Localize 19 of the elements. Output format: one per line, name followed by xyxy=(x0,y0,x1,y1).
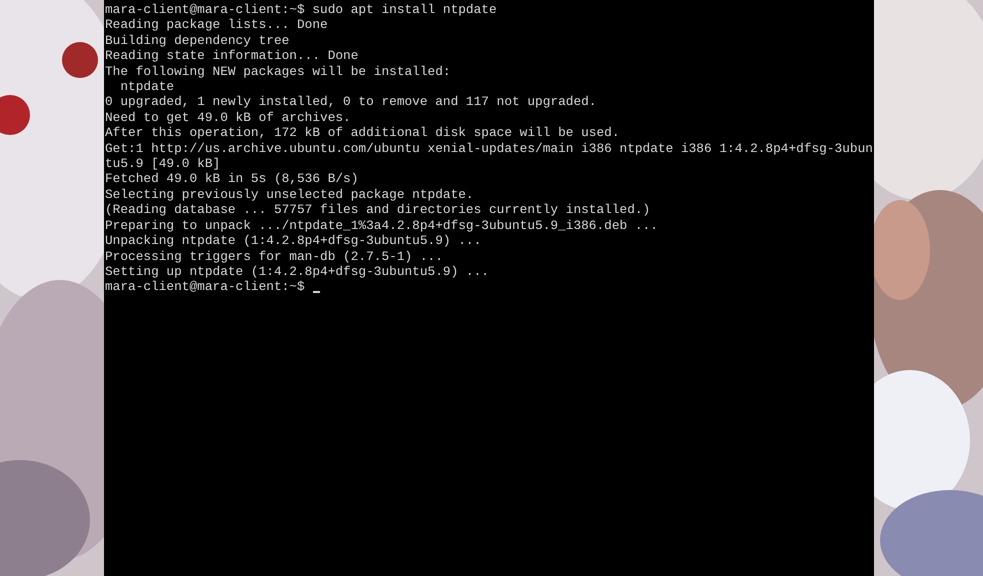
terminal-line: ntpdate xyxy=(119,79,174,94)
terminal-line: Get:1 http://us.archive.ubuntu.com/ubuntu xenial-updates/main i386 ntpdate i386 1:4.2.8p4+dfsg-3ubun xyxy=(105,140,873,156)
terminal-prompt: mara-client@mara-client:~$ xyxy=(105,279,305,295)
terminal-line: Reading state information... Done xyxy=(105,48,358,64)
terminal-line: After this operation, 172 kB of additional disk space will be used. xyxy=(105,125,620,141)
terminal-line: The following NEW packages will be installed: xyxy=(105,64,451,80)
terminal-line: Fetched 49.0 kB in 5s (8,536 B/s) xyxy=(105,171,358,187)
terminal-line: Processing triggers for man-db (2.7.5-1) ... xyxy=(105,248,443,264)
terminal-line: Reading package lists... Done xyxy=(105,17,328,33)
terminal-line: Setting up ntpdate (1:4.2.8p4+dfsg-3ubuntu5.9) ... xyxy=(105,264,489,280)
terminal-line: mara-client@mara-client:~$ sudo apt install ntpdate xyxy=(105,2,497,18)
terminal-line: 0 upgraded, 1 newly installed, 0 to remove and 117 not upgraded. xyxy=(105,94,596,110)
terminal-line: Unpacking ntpdate (1:4.2.8p4+dfsg-3ubuntu5.9) ... xyxy=(105,233,482,248)
terminal-line: Building dependency tree xyxy=(105,32,290,48)
terminal-line: tu5.9 [49.0 kB] xyxy=(105,156,220,172)
terminal-line: Selecting previously unselected package ntpdate. xyxy=(105,186,474,202)
terminal-line: (Reading database ... 57757 files and directories currently installed.) xyxy=(105,202,650,218)
terminal-line: Need to get 49.0 kB of archives. xyxy=(105,110,351,126)
terminal-line: Preparing to unpack .../ntpdate_1%3a4.2.8p4+dfsg-3ubuntu5.9_i386.deb ... xyxy=(105,218,658,234)
